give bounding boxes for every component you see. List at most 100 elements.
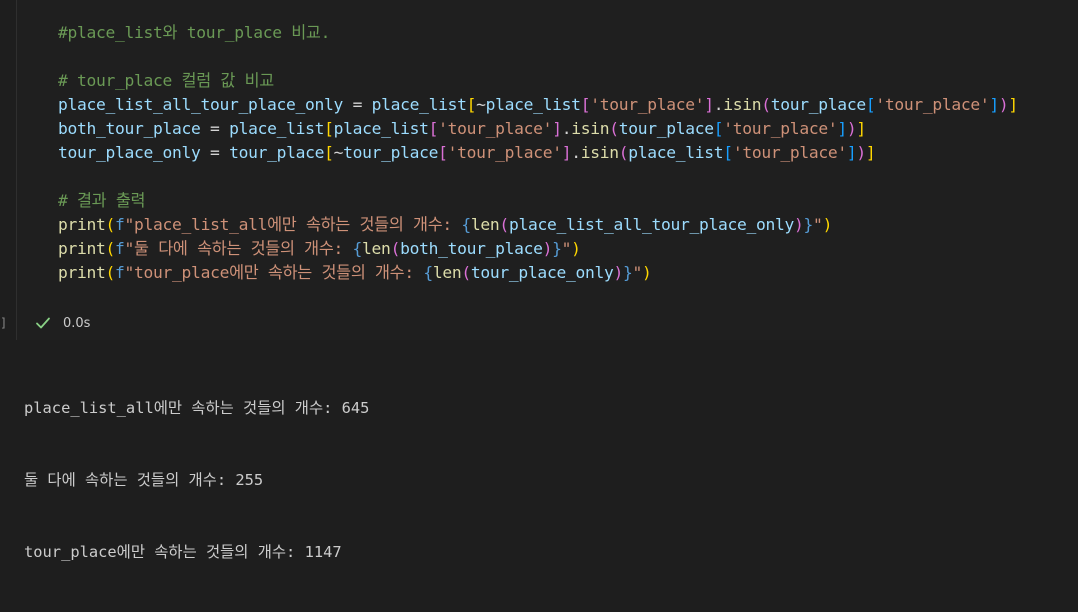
code-token: ) xyxy=(822,215,833,234)
cell-output: place_list_all에만 속하는 것들의 개수: 645 둘 다에 속하… xyxy=(0,340,1078,561)
code-block[interactable]: #place_list와 tour_place 비교. # tour_place… xyxy=(58,21,1018,285)
code-token: f xyxy=(115,215,125,234)
code-token: tour_place xyxy=(618,119,714,138)
code-token: 'tour_place' xyxy=(590,95,705,114)
code-token: print xyxy=(58,215,106,234)
code-token: [ xyxy=(466,95,477,114)
code-token: ( xyxy=(761,95,771,114)
code-token: " xyxy=(561,239,572,258)
check-icon xyxy=(33,313,53,333)
code-token: #place_list와 tour_place 비교. xyxy=(58,23,331,42)
code-token: [ xyxy=(324,119,334,138)
code-token: ) xyxy=(642,263,652,282)
code-token: place_list_all_tour_place_only xyxy=(508,215,795,234)
code-token: [ xyxy=(723,143,733,162)
code-line[interactable]: print(f"place_list_all에만 속하는 것들의 개수: {le… xyxy=(58,213,1018,237)
cell-gutter-bracket: ] xyxy=(0,316,8,330)
code-token: f xyxy=(115,263,125,282)
code-token: ( xyxy=(461,263,471,282)
code-token: ( xyxy=(105,239,116,258)
code-token: { xyxy=(352,239,363,258)
code-token: ( xyxy=(105,215,116,234)
code-token: " xyxy=(632,263,643,282)
code-token: both_tour_place xyxy=(58,119,201,138)
code-token: place_list xyxy=(485,95,581,114)
code-line[interactable]: print(f"tour_place에만 속하는 것들의 개수: {len(to… xyxy=(58,261,1018,285)
code-token: tour_place_only xyxy=(470,263,614,282)
output-line: place_list_all에만 속하는 것들의 개수: 645 xyxy=(24,399,370,417)
code-line[interactable]: # tour_place 컬럼 값 비교 xyxy=(58,69,1018,93)
code-token: 'tour_place' xyxy=(438,119,553,138)
code-cell[interactable]: #place_list와 tour_place 비교. # tour_place… xyxy=(16,0,1078,340)
code-token: ] xyxy=(865,143,876,162)
code-token: 'tour_place' xyxy=(723,119,838,138)
code-token: { xyxy=(461,215,471,234)
code-token: ( xyxy=(105,263,116,282)
code-token: tour_place xyxy=(229,143,325,162)
code-line[interactable]: # 결과 출력 xyxy=(58,189,1018,213)
code-token: . xyxy=(561,119,572,138)
code-token: = xyxy=(200,143,230,162)
code-token: ] xyxy=(704,95,714,114)
code-line[interactable]: both_tour_place = place_list[place_list[… xyxy=(58,117,1018,141)
code-token: place_list xyxy=(229,119,325,138)
code-token: ) xyxy=(613,263,623,282)
code-token: print xyxy=(58,263,106,282)
code-token: ] xyxy=(561,143,572,162)
code-token: [ xyxy=(865,95,876,114)
code-token: place_list xyxy=(371,95,467,114)
code-token: 'tour_place' xyxy=(875,95,990,114)
code-token: both_tour_place xyxy=(400,239,543,258)
code-token: ] xyxy=(1008,95,1018,114)
code-token: [ xyxy=(713,119,724,138)
code-line[interactable] xyxy=(58,165,1018,189)
code-token: "둘 다에 속하는 것들의 개수: xyxy=(124,239,353,258)
code-line[interactable]: #place_list와 tour_place 비교. xyxy=(58,21,1018,45)
code-token: # tour_place 컬럼 값 비교 xyxy=(58,71,274,90)
execution-status: 0.0s xyxy=(33,312,90,334)
code-token: . xyxy=(571,143,581,162)
code-token: tour_place xyxy=(343,143,439,162)
code-token: = xyxy=(343,95,372,114)
code-token: "tour_place에만 속하는 것들의 개수: xyxy=(124,263,424,282)
code-token: [ xyxy=(324,143,334,162)
code-token: ) xyxy=(571,239,581,258)
code-token: isin xyxy=(723,95,762,114)
code-token: [ xyxy=(438,143,448,162)
code-token: ] xyxy=(989,95,999,114)
code-token: tour_place_only xyxy=(58,143,201,162)
code-token: ) xyxy=(794,215,804,234)
code-token: ] xyxy=(837,119,847,138)
code-line[interactable]: place_list_all_tour_place_only = place_l… xyxy=(58,93,1018,117)
code-token: # 결과 출력 xyxy=(58,191,146,210)
code-token: } xyxy=(622,263,633,282)
code-token: ( xyxy=(390,239,401,258)
code-line[interactable]: print(f"둘 다에 속하는 것들의 개수: {len(both_tour_… xyxy=(58,237,1018,261)
execution-time: 0.0s xyxy=(63,315,91,331)
code-editor[interactable]: #place_list와 tour_place 비교. # tour_place… xyxy=(17,0,1078,300)
code-line[interactable] xyxy=(58,45,1018,69)
code-token: place_list xyxy=(333,119,429,138)
code-token: . xyxy=(713,95,724,114)
code-token: f xyxy=(115,239,125,258)
output-text: place_list_all에만 속하는 것들의 개수: 645 둘 다에 속하… xyxy=(24,348,369,612)
code-token: len xyxy=(362,239,391,258)
code-token: place_list xyxy=(628,143,724,162)
code-token: "place_list_all에만 속하는 것들의 개수: xyxy=(124,215,462,234)
code-token: [ xyxy=(580,95,591,114)
output-line: 둘 다에 속하는 것들의 개수: 255 xyxy=(24,471,264,489)
code-line[interactable]: tour_place_only = tour_place[~tour_place… xyxy=(58,141,1018,165)
output-line: tour_place에만 속하는 것들의 개수: 1147 xyxy=(24,543,342,561)
code-token: place_list_all_tour_place_only xyxy=(58,95,344,114)
code-token: ~ xyxy=(476,95,486,114)
code-token: ~ xyxy=(333,143,344,162)
code-token: ) xyxy=(846,119,857,138)
code-token: ( xyxy=(618,143,629,162)
code-token: len xyxy=(470,215,500,234)
code-token: " xyxy=(813,215,823,234)
code-token: isin xyxy=(580,143,619,162)
code-token: ) xyxy=(856,143,866,162)
code-token: 'tour_place' xyxy=(732,143,847,162)
code-token: ] xyxy=(552,119,562,138)
code-token: ] xyxy=(856,119,866,138)
